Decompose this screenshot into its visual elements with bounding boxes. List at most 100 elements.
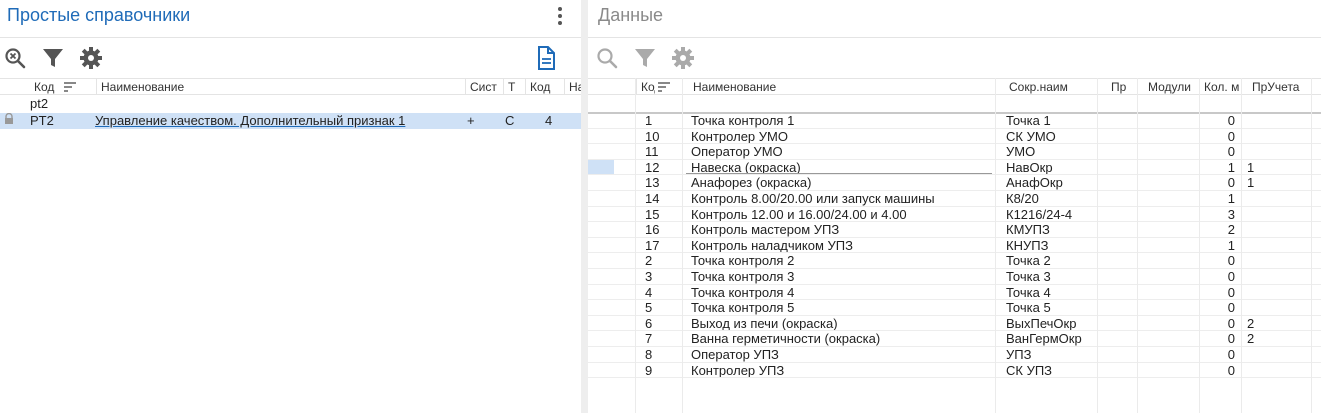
table-row[interactable]: 16 Контроль мастером УПЗ КМУПЗ 2 [588,222,1321,238]
table-row[interactable]: 17 Контроль наладчиком УПЗ КНУПЗ 1 [588,238,1321,254]
column-header-name[interactable]: Наименование [682,79,995,95]
table-row[interactable]: 9 Контролер УПЗ СК УПЗ 0 [588,363,1321,379]
row-short-name: К1216/24-4 [1006,206,1073,222]
row-pruch: 2 [1247,331,1255,347]
right-pane-header: Данные [588,0,1321,38]
row-pruch [1242,285,1302,301]
table-row[interactable]: 11 Оператор УМО УМО 0 [588,144,1321,160]
row-kol: 0 [1227,315,1235,331]
left-pane-header: Простые справочники [0,0,581,38]
filter-icon[interactable] [632,45,658,71]
row-short-name: Точка 1 [1006,113,1051,128]
row-code: 15 [645,206,660,222]
row-code: 5 [645,300,653,316]
row-name: Выход из печи (окраска) [691,315,838,331]
kebab-menu-icon[interactable] [553,5,567,27]
row-pruch: 1 [1247,159,1255,175]
gear-icon[interactable] [670,45,696,71]
row-sist: + [467,113,475,128]
row-kol: 0 [1227,113,1235,128]
row-pruch [1242,207,1302,223]
table-row[interactable]: 2 Точка контроля 2 Точка 2 0 [588,253,1321,269]
row-code: 3 [645,269,653,284]
row-short-name: СК УМО [1006,128,1056,144]
row-code: 8 [645,347,653,362]
left-filter-row: pt2 [0,95,581,113]
row-kol: 0 [1227,269,1235,284]
row-kol: 3 [1227,206,1235,222]
lock-icon [0,113,20,129]
row-name: Контроль наладчиком УПЗ [691,237,853,253]
column-header-pruch[interactable]: ПрУчета [1241,79,1311,95]
code-filter-input[interactable]: pt2 [30,96,48,111]
row-name: Контроль 8.00/20.00 или запуск машины [691,191,935,206]
row-name: Контролер УМО [691,128,788,144]
table-row[interactable]: 4 Точка контроля 4 Точка 4 0 [588,285,1321,301]
sort-icon[interactable] [63,80,76,95]
table-row[interactable]: 3 Точка контроля 3 Точка 3 0 [588,269,1321,285]
column-header-code[interactable]: Код [30,79,88,95]
row-code: 6 [645,315,653,331]
table-row[interactable]: 15 Контроль 12.00 и 16.00/24.00 и 4.00 К12… [588,207,1321,223]
column-header-short-name[interactable]: Сокр.наим [995,79,1097,95]
table-row[interactable]: 12 Навеска (окраска) НавОкр 1 1 [588,159,1321,176]
column-header-code[interactable]: Код [636,79,682,95]
grid-column-line [1199,78,1200,413]
table-row[interactable]: PT2 Управление качеством. Дополнительный… [0,113,581,129]
row-name: Контроль 12.00 и 16.00/24.00 и 4.00 [691,206,907,222]
row-divider [588,377,1321,379]
filter-icon[interactable] [40,45,66,71]
row-pruch [1242,144,1302,160]
pane-splitter[interactable] [581,0,588,413]
column-header-t[interactable]: Т [503,79,521,95]
table-row[interactable]: 10 Контролер УМО СК УМО 0 [588,129,1321,145]
row-pruch: 1 [1247,175,1255,191]
column-header-kod[interactable]: Код [525,79,559,95]
row-pruch [1242,191,1302,207]
sort-icon[interactable] [658,80,671,95]
column-header-label: Код [641,80,655,94]
row-short-name: Точка 3 [1006,269,1051,284]
row-name: Контроль мастером УПЗ [691,222,840,238]
column-header-pr[interactable]: Пр [1097,79,1137,95]
search-clear-icon[interactable] [2,45,28,71]
row-kol: 0 [1227,284,1235,300]
column-header-name[interactable]: Наименование [96,79,460,95]
table-row[interactable]: 8 Оператор УПЗ УПЗ 0 [588,347,1321,363]
search-icon[interactable] [594,45,620,71]
row-name: Точка контроля 5 [691,300,795,316]
column-header-modules[interactable]: Модули [1137,79,1199,95]
row-pruch [1242,253,1302,269]
gear-icon[interactable] [78,45,104,71]
row-selector[interactable] [588,159,614,176]
row-kol: 0 [1227,300,1235,316]
row-pruch [1242,238,1302,254]
table-row[interactable]: 5 Точка контроля 5 Точка 5 0 [588,300,1321,316]
row-name: Точка контроля 1 [691,113,795,128]
row-short-name: Точка 5 [1006,300,1051,316]
row-code: 16 [645,222,660,238]
row-kol: 1 [1227,237,1235,253]
row-short-name: КМУПЗ [1006,222,1050,238]
row-kol: 0 [1227,347,1235,362]
document-icon[interactable] [533,45,559,71]
row-short-name: УПЗ [1006,347,1032,362]
grid-column-line [635,78,636,413]
column-header-label: Код [34,80,55,94]
left-pane-title: Простые справочники [7,5,191,25]
grid-column-line [682,78,683,413]
row-kol: 0 [1227,253,1235,269]
row-short-name: К8/20 [1006,191,1039,206]
column-header-kol[interactable]: Кол. м [1199,79,1241,95]
left-pane-simple-directories: Простые справочники Код Наименование Сис… [0,0,581,413]
table-row[interactable]: 6 Выход из печи (окраска) ВыхПечОкр 0 2 [588,316,1321,332]
column-header-na[interactable]: На [564,79,581,95]
row-name: Оператор УПЗ [691,347,779,362]
row-name[interactable]: Управление качеством. Дополнительный при… [90,113,460,129]
table-row[interactable]: 1 Точка контроля 1 Точка 1 0 [588,113,1321,129]
column-header-sist[interactable]: Сист [465,79,499,95]
table-row[interactable]: 14 Контроль 8.00/20.00 или запуск машины К… [588,191,1321,207]
row-code: 14 [645,191,660,206]
table-row[interactable]: 13 Анафорез (окраска) АнафОкр 0 1 [588,175,1321,191]
table-row[interactable]: 7 Ванна герметичности (окраска) ВанГермОкр… [588,331,1321,347]
